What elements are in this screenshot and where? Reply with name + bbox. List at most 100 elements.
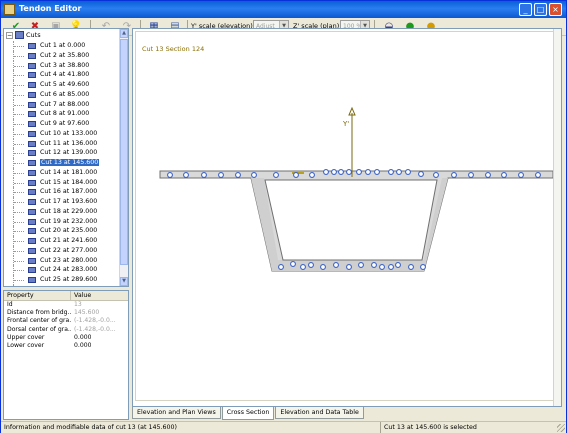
tree-item-cut[interactable]: Cut 5 at 49.600 xyxy=(4,80,121,90)
scroll-thumb[interactable] xyxy=(120,39,128,265)
tree-item-cut[interactable]: Cut 19 at 232.000 xyxy=(4,216,121,227)
tendon-marker[interactable] xyxy=(379,264,385,270)
tendon-marker[interactable] xyxy=(167,172,173,178)
cut-icon xyxy=(28,247,36,254)
tree-item-cut[interactable]: Cut 8 at 91.000 xyxy=(4,109,121,119)
tree-item-cut[interactable]: Cut 10 at 133.000 xyxy=(4,128,121,139)
tree-item-cut[interactable]: Cut 14 at 181.000 xyxy=(4,167,121,178)
tendon-marker[interactable] xyxy=(396,169,402,175)
tree-item-cut[interactable]: Cut 1 at 0.000 xyxy=(4,41,121,51)
tree-item-cut[interactable]: Cut 16 at 187.000 xyxy=(4,187,121,197)
tendon-marker[interactable] xyxy=(218,172,224,178)
minimize-button[interactable]: _ xyxy=(519,3,532,16)
tendon-marker[interactable] xyxy=(338,169,344,175)
tendon-marker[interactable] xyxy=(451,172,457,178)
tree-item-cut[interactable]: Cut 20 at 235.000 xyxy=(4,226,121,236)
tree-item-cut[interactable]: Cut 11 at 136.000 xyxy=(4,138,121,149)
tree-item-label: Cut 2 at 35.800 xyxy=(40,51,90,59)
tendon-marker[interactable] xyxy=(418,171,424,177)
property-value[interactable]: 0.000 xyxy=(71,334,91,342)
tendon-marker[interactable] xyxy=(346,169,352,175)
maximize-button[interactable]: □ xyxy=(534,3,547,16)
cut-icon xyxy=(28,52,36,59)
tree-item-cut[interactable]: Cut 21 at 241.600 xyxy=(4,236,121,246)
tree-scrollbar[interactable]: ▲ ▼ xyxy=(119,29,128,286)
tendon-marker[interactable] xyxy=(518,172,524,178)
property-row[interactable]: Id 13 xyxy=(4,301,128,309)
tree-connector xyxy=(13,226,25,236)
tree-item-cut[interactable]: Cut 26 at 320.000 xyxy=(4,284,121,286)
tree-item-cut[interactable]: Cut 17 at 193.600 xyxy=(4,197,121,207)
tendon-marker[interactable] xyxy=(501,172,507,178)
tendon-marker[interactable] xyxy=(346,264,352,270)
tendon-marker[interactable] xyxy=(395,262,401,268)
tendon-marker[interactable] xyxy=(433,172,439,178)
tree-item-cut[interactable]: Cut 15 at 184.000 xyxy=(4,177,121,188)
tendon-marker[interactable] xyxy=(290,261,296,267)
scroll-down-icon[interactable]: ▼ xyxy=(120,277,128,286)
tendon-marker[interactable] xyxy=(388,264,394,270)
tendon-marker[interactable] xyxy=(371,262,377,268)
tendon-marker[interactable] xyxy=(278,264,284,270)
cross-section-canvas[interactable]: Cut 13 Section 124 Y' xyxy=(135,31,555,401)
tendon-marker[interactable] xyxy=(420,264,426,270)
tendon-marker[interactable] xyxy=(308,262,314,268)
property-row[interactable]: Distance from bridg... 145.600 xyxy=(4,309,128,317)
property-row[interactable]: Frontal center of gra... (-1.428,-0.0... xyxy=(4,317,128,325)
tendon-marker[interactable] xyxy=(320,264,326,270)
scroll-up-icon[interactable]: ▲ xyxy=(120,29,128,38)
tendon-marker[interactable] xyxy=(235,172,241,178)
tree-item-cut[interactable]: Cut 22 at 277.000 xyxy=(4,245,121,256)
tendon-marker[interactable] xyxy=(365,169,371,175)
tendon-marker[interactable] xyxy=(535,172,541,178)
tendon-marker[interactable] xyxy=(183,172,189,178)
tendon-marker[interactable] xyxy=(405,169,411,175)
collapse-icon[interactable]: − xyxy=(6,31,13,39)
tree-item-cut[interactable]: Cut 24 at 283.000 xyxy=(4,265,121,275)
tendon-marker[interactable] xyxy=(358,262,364,268)
tree-item-label: Cut 5 at 49.600 xyxy=(40,81,90,88)
tendon-marker[interactable] xyxy=(331,169,337,175)
title-bar[interactable]: Tendon Editor _ □ × xyxy=(1,1,566,18)
cuts-tree[interactable]: − Cuts Cut 1 at 0.000 Cut 2 at 35.800 Cut 3… xyxy=(3,28,129,287)
tree-item-cut[interactable]: Cut 13 at 145.600 xyxy=(4,158,121,168)
tree-item-cut[interactable]: Cut 25 at 289.600 xyxy=(4,275,121,285)
tree-item-cut[interactable]: Cut 2 at 35.800 xyxy=(4,50,121,61)
tendon-marker[interactable] xyxy=(333,262,339,268)
tree-item-cut[interactable]: Cut 6 at 85.000 xyxy=(4,89,121,100)
tendon-marker[interactable] xyxy=(273,172,279,178)
tendon-marker[interactable] xyxy=(485,172,491,178)
tendon-marker[interactable] xyxy=(468,172,474,178)
property-row[interactable]: Lower cover 0.000 xyxy=(4,342,128,350)
property-value[interactable]: 0.000 xyxy=(71,342,91,350)
tree-item-label: Cut 24 at 283.000 xyxy=(40,266,98,274)
tree-item-cut[interactable]: Cut 18 at 229.000 xyxy=(4,206,121,217)
close-button[interactable]: × xyxy=(549,3,562,16)
tree-item-cut[interactable]: Cut 7 at 88.000 xyxy=(4,99,121,110)
tree-item-cut[interactable]: Cut 9 at 97.600 xyxy=(4,119,121,129)
tendon-marker[interactable] xyxy=(388,169,394,175)
drawing-scrollbar[interactable] xyxy=(553,29,561,406)
property-row[interactable]: Dorsal center of gra... (-1.428,-0.0... xyxy=(4,326,128,334)
status-message: Information and modifiable data of cut 1… xyxy=(4,424,177,431)
tendon-marker[interactable] xyxy=(251,172,257,178)
tab-1[interactable]: Cross Section xyxy=(221,407,275,420)
tree-item-cut[interactable]: Cut 12 at 139.000 xyxy=(4,148,121,158)
tendon-marker[interactable] xyxy=(293,172,299,178)
tendon-marker[interactable] xyxy=(309,172,315,178)
resize-grip-icon[interactable] xyxy=(557,424,565,432)
tendon-marker[interactable] xyxy=(356,169,362,175)
tab-2[interactable]: Elevation and Data Table xyxy=(275,407,364,419)
tree-item-cut[interactable]: Cut 23 at 280.000 xyxy=(4,255,121,266)
tendon-marker[interactable] xyxy=(300,264,306,270)
tendon-marker[interactable] xyxy=(323,169,329,175)
tree-item-label: Cut 16 at 187.000 xyxy=(40,188,98,196)
tree-root-cuts[interactable]: − Cuts xyxy=(6,31,41,40)
tendon-marker[interactable] xyxy=(408,264,414,270)
tendon-marker[interactable] xyxy=(201,172,207,178)
tendon-marker[interactable] xyxy=(374,169,380,175)
tree-item-cut[interactable]: Cut 3 at 38.800 xyxy=(4,60,121,71)
property-row[interactable]: Upper cover 0.000 xyxy=(4,334,128,342)
tab-0[interactable]: Elevation and Plan Views xyxy=(132,407,221,419)
tree-item-cut[interactable]: Cut 4 at 41.800 xyxy=(4,70,121,80)
